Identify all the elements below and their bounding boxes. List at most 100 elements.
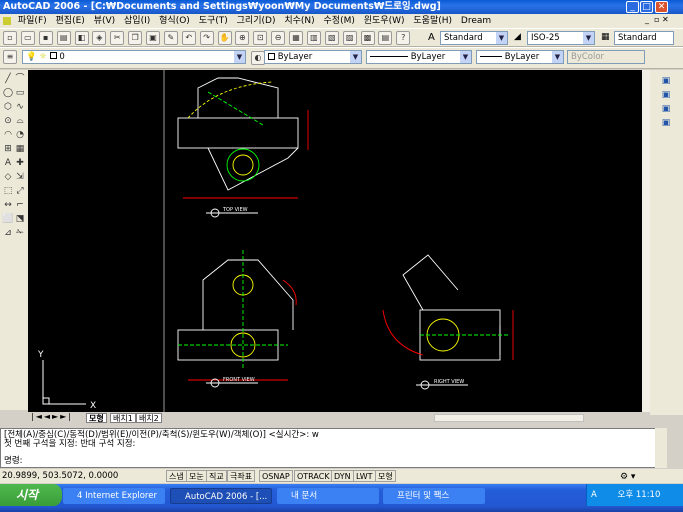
tab-layout1[interactable]: 배치1 (110, 413, 136, 423)
lineweight-select[interactable]: ByLayer ▼ (476, 50, 564, 64)
status-ortho[interactable]: 직교 (206, 470, 227, 482)
menu-view[interactable]: 뷰(V) (94, 16, 115, 26)
new-icon[interactable]: ▫ (3, 31, 17, 45)
match-properties-icon[interactable]: ✎ (163, 31, 178, 45)
zoom-previous-icon[interactable]: ⊖ (271, 31, 286, 45)
tab-model[interactable]: 모형 (86, 413, 107, 423)
tool-icon-12[interactable]: A (2, 158, 14, 169)
tool-icon-9[interactable]: ◔ (14, 130, 26, 141)
view-iso-icon[interactable]: ▣ (660, 118, 672, 129)
calculator-icon[interactable]: ▤ (378, 31, 393, 45)
linetype-select[interactable]: ByLayer ▼ (366, 50, 472, 64)
status-dyn[interactable]: DYN (331, 470, 354, 482)
minimize-button[interactable]: _ (626, 1, 639, 13)
tool-icon-10[interactable]: ⊞ (2, 144, 14, 155)
tool-icon-20[interactable]: ⬜ (2, 214, 14, 225)
open-icon[interactable]: ▭ (20, 31, 35, 45)
tab-nav-arrows[interactable]: |◄◄►►| (31, 412, 73, 421)
tool-icon-21[interactable]: ⬔ (14, 214, 26, 225)
menu-dream[interactable]: Dream (461, 16, 491, 26)
status-snap[interactable]: 스냅 (166, 470, 187, 482)
layer-select[interactable]: 💡 ☼ 0 ▼ (22, 50, 246, 64)
task-internet-explorer[interactable]: 4 Internet Explorer (63, 488, 165, 504)
tool-icon-2[interactable]: ◯ (2, 88, 14, 99)
properties-icon[interactable]: ▦ (289, 31, 303, 45)
command-window[interactable]: [전체(A)/중심(C)/동적(D)/범위(E)/이전(P)/축척(S)/윈도우… (0, 428, 667, 468)
tool-icon-15[interactable]: ⇲ (14, 172, 26, 183)
menu-window[interactable]: 윈도우(W) (364, 16, 405, 26)
table-style-select[interactable]: Standard (614, 31, 674, 45)
command-scrollbar[interactable] (655, 428, 667, 468)
copy-icon[interactable]: ❐ (128, 31, 143, 45)
layer-manager-icon[interactable]: ≡ (3, 50, 17, 64)
zoom-window-icon[interactable]: ⊡ (253, 31, 268, 45)
tool-icon-8[interactable]: ◠ (2, 130, 14, 141)
app-icon[interactable] (3, 16, 11, 25)
tool-icon-16[interactable]: ⬚ (2, 186, 14, 197)
tool-icon-19[interactable]: ⌐ (14, 200, 26, 211)
make-object-layer-current-icon[interactable]: ◐ (251, 51, 265, 65)
tool-icon-17[interactable]: ⤢ (14, 186, 26, 197)
pan-icon[interactable]: ✋ (217, 31, 232, 45)
sheet-set-icon[interactable]: ▨ (342, 31, 357, 45)
status-lwt[interactable]: LWT (353, 470, 376, 482)
menu-dimension[interactable]: 치수(N) (284, 16, 314, 26)
command-prompt[interactable]: 명령: (4, 457, 663, 466)
menu-insert[interactable]: 삽입(I) (124, 16, 150, 26)
horizontal-scrollbar[interactable] (434, 414, 584, 422)
status-tray-icon[interactable]: ⚙ ▾ (620, 470, 635, 484)
tool-icon-22[interactable]: ⊿ (2, 228, 14, 239)
vertical-scrollbar[interactable] (642, 70, 650, 412)
ime-indicator[interactable]: A (591, 490, 597, 500)
menu-draw[interactable]: 그리기(D) (237, 16, 276, 26)
tool-icon-3[interactable]: ▭ (14, 88, 26, 99)
task-my-documents[interactable]: 내 문서 (277, 488, 379, 504)
status-grid[interactable]: 모눈 (186, 470, 207, 482)
cut-icon[interactable]: ✂ (110, 31, 125, 45)
publish-icon[interactable]: ◈ (92, 31, 107, 45)
print-icon[interactable]: ▤ (56, 31, 71, 45)
tool-icon-6[interactable]: ⊙ (2, 116, 14, 127)
text-style-select[interactable]: Standard ▼ (440, 31, 508, 45)
tool-icon-11[interactable]: ▦ (14, 144, 26, 155)
tool-icon-1[interactable]: ⌒ (14, 74, 26, 85)
color-select[interactable]: ByLayer ▼ (264, 50, 362, 64)
status-otrack[interactable]: OTRACK (294, 470, 333, 482)
markup-icon[interactable]: ▩ (360, 31, 375, 45)
start-button[interactable]: 시작 (0, 484, 62, 506)
menu-help[interactable]: 도움말(H) (413, 16, 452, 26)
design-center-icon[interactable]: ▥ (306, 31, 321, 45)
paste-icon[interactable]: ▣ (146, 31, 160, 45)
tool-icon-5[interactable]: ∿ (14, 102, 26, 113)
help-icon[interactable]: ? (396, 31, 411, 45)
tool-icon-4[interactable]: ⬡ (2, 102, 14, 113)
drawing-area[interactable]: TOP VIEW FRONT VIEW RIGHT VIEW Y X (28, 70, 642, 412)
maximize-button[interactable]: □ (640, 1, 653, 13)
menu-modify[interactable]: 수정(M) (324, 16, 355, 26)
tab-layout2[interactable]: 배치2 (136, 413, 162, 423)
menu-format[interactable]: 형식(O) (159, 16, 190, 26)
task-printers[interactable]: 프린터 및 팩스 (383, 488, 485, 504)
view-cube-icon[interactable]: ▣ (660, 76, 672, 87)
tool-icon-0[interactable]: ╱ (2, 74, 14, 85)
tool-icon-14[interactable]: ◇ (2, 172, 14, 183)
zoom-realtime-icon[interactable]: ⊕ (235, 31, 250, 45)
dim-style-select[interactable]: ISO-25 ▼ (527, 31, 595, 45)
view-front-icon[interactable]: ▣ (660, 104, 672, 115)
close-button[interactable]: ✕ (655, 1, 668, 13)
undo-icon[interactable]: ↶ (181, 31, 196, 45)
menu-file[interactable]: 파일(F) (18, 16, 47, 26)
status-osnap[interactable]: OSNAP (259, 470, 293, 482)
tool-icon-13[interactable]: ✚ (14, 158, 26, 169)
preview-icon[interactable]: ◧ (74, 31, 89, 45)
menu-edit[interactable]: 편집(E) (56, 16, 85, 26)
save-icon[interactable]: ▪ (38, 31, 53, 45)
redo-icon[interactable]: ↷ (199, 31, 214, 45)
task-autocad[interactable]: AutoCAD 2006 - [... (170, 488, 272, 504)
view-top-icon[interactable]: ▣ (660, 90, 672, 101)
doc-window-controls[interactable]: _ ▫ ✕ (645, 15, 669, 24)
tool-icon-18[interactable]: ↔ (2, 200, 14, 211)
tool-icon-23[interactable]: ✁ (14, 228, 26, 239)
menu-tools[interactable]: 도구(T) (199, 16, 228, 26)
status-polar[interactable]: 극좌표 (227, 470, 256, 482)
